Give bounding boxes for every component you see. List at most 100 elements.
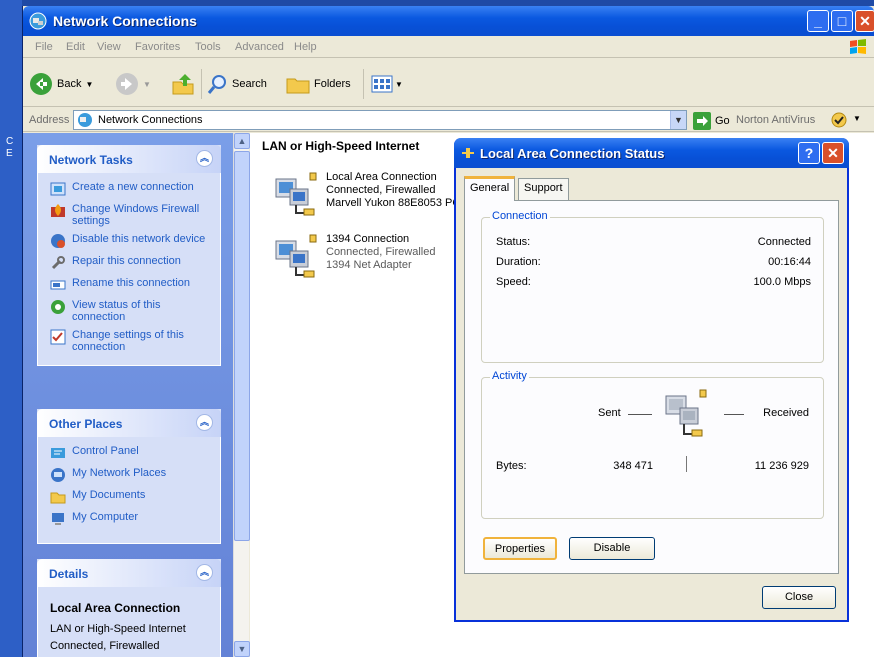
menu-advanced[interactable]: Advanced <box>235 41 284 53</box>
connection-status: Connected, Firewalled <box>326 184 436 196</box>
control-panel-icon <box>51 448 65 458</box>
scroll-thumb[interactable] <box>234 151 250 541</box>
back-arrow-icon <box>30 73 52 95</box>
window-titlebar[interactable]: Network Connections _ □ ✕ <box>23 6 874 36</box>
place-my-computer[interactable]: My Computer <box>50 511 214 527</box>
norton-icon[interactable] <box>831 112 847 128</box>
details-group: Details ︽ Local Area Connection LAN or H… <box>37 559 221 657</box>
connection-legend: Connection <box>490 210 550 222</box>
scroll-down-button[interactable]: ▼ <box>234 641 250 657</box>
network-connections-icon <box>29 12 47 30</box>
minimize-button[interactable]: _ <box>807 10 829 32</box>
views-dropdown-icon[interactable]: ▼ <box>395 80 403 89</box>
firewall-icon <box>51 204 65 217</box>
lan-connection-icon <box>270 171 322 223</box>
task-change-firewall[interactable]: Change Windows Firewall settings <box>50 203 214 227</box>
disable-button[interactable]: Disable <box>569 537 655 560</box>
details-name: Local Area Connection <box>50 601 181 615</box>
scroll-up-button[interactable]: ▲ <box>234 133 250 149</box>
go-button[interactable]: Go <box>693 112 730 130</box>
task-change-settings[interactable]: Change settings of this connection <box>50 329 214 353</box>
status-value: Connected <box>757 236 811 248</box>
menu-tools[interactable]: Tools <box>195 41 221 53</box>
back-button[interactable]: Back ▼ <box>29 71 93 97</box>
network-tasks-title: Network Tasks <box>49 153 133 167</box>
search-label: Search <box>232 78 267 90</box>
bytes-received-value: 11 236 929 <box>754 460 809 472</box>
disable-device-icon <box>51 234 65 248</box>
task-pane-scrollbar[interactable]: ▲ ▼ <box>233 133 250 657</box>
collapse-chevron-icon[interactable]: ︽ <box>196 150 213 167</box>
view-status-icon <box>51 300 65 314</box>
task-rename-connection[interactable]: Rename this connection <box>50 277 214 293</box>
menu-bar: File Edit View Favorites Tools Advanced … <box>23 36 874 58</box>
task-view-status[interactable]: View status of this connection <box>50 299 214 323</box>
window-title: Network Connections <box>53 13 197 29</box>
views-button[interactable]: ▼ <box>371 71 403 97</box>
address-dropdown-button[interactable]: ▼ <box>670 111 686 129</box>
connection-device: 1394 Net Adapter <box>326 259 412 271</box>
network-tasks-header[interactable]: Network Tasks ︽ <box>37 145 221 173</box>
speed-label: Speed: <box>496 276 531 288</box>
search-button[interactable]: Search <box>207 71 267 97</box>
sent-line <box>628 414 652 415</box>
task-create-connection[interactable]: Create a new connection <box>50 181 214 197</box>
dialog-title: Local Area Connection Status <box>480 146 665 161</box>
windows-flag-icon <box>850 39 866 54</box>
folders-label: Folders <box>314 78 351 90</box>
up-folder-button[interactable] <box>171 71 195 97</box>
norton-antivirus-label[interactable]: Norton AntiVirus <box>736 114 815 126</box>
details-title: Details <box>49 567 89 581</box>
details-header[interactable]: Details ︽ <box>37 559 221 587</box>
network-connections-small-icon <box>78 113 92 127</box>
close-window-button[interactable]: ✕ <box>855 10 874 32</box>
dialog-close-x-button[interactable]: ✕ <box>822 142 844 164</box>
forward-button[interactable]: ▼ <box>115 71 151 97</box>
tab-support[interactable]: Support <box>518 178 569 200</box>
collapse-chevron-icon[interactable]: ︽ <box>196 564 213 581</box>
menu-edit[interactable]: Edit <box>66 41 85 53</box>
connection-item[interactable]: Local Area Connection Connected, Firewal… <box>270 171 460 223</box>
connection-device: Marvell Yukon 88E8053 PC <box>326 197 461 209</box>
place-my-network-places[interactable]: My Network Places <box>50 467 214 483</box>
my-documents-icon <box>50 492 66 504</box>
back-dropdown-icon[interactable]: ▼ <box>85 80 93 89</box>
properties-button[interactable]: Properties <box>483 537 557 560</box>
task-disable-device[interactable]: Disable this network device <box>50 233 214 249</box>
other-places-header[interactable]: Other Places ︽ <box>37 409 221 437</box>
help-button[interactable]: ? <box>798 142 820 164</box>
bytes-sent-value: 348 471 <box>613 460 653 472</box>
speed-value: 100.0 Mbps <box>753 276 811 288</box>
collapse-chevron-icon[interactable]: ︽ <box>196 414 213 431</box>
go-label: Go <box>715 115 730 127</box>
norton-dropdown-icon[interactable]: ▼ <box>853 114 861 123</box>
connection-name: Local Area Connection <box>326 171 437 183</box>
task-repair-connection[interactable]: Repair this connection <box>50 255 214 271</box>
address-input[interactable]: Network Connections ▼ <box>73 110 687 130</box>
duration-value: 00:16:44 <box>768 256 811 268</box>
menu-view[interactable]: View <box>97 41 121 53</box>
views-icon <box>371 75 393 93</box>
forward-dropdown-icon[interactable]: ▼ <box>143 80 151 89</box>
folders-button[interactable]: Folders <box>285 71 351 97</box>
maximize-button[interactable]: □ <box>831 10 853 32</box>
tab-general[interactable]: General <box>464 176 516 201</box>
status-label: Status: <box>496 236 531 248</box>
other-places-group: Other Places ︽ Control Panel My Network … <box>37 409 221 544</box>
close-button[interactable]: Close <box>762 586 836 609</box>
new-connection-icon <box>50 182 66 196</box>
connection-item[interactable]: 1394 Connection Connected, Firewalled 13… <box>270 233 435 285</box>
menu-help[interactable]: Help <box>294 41 317 53</box>
general-tab-panel: Connection Status: Connected Duration: 0… <box>464 200 839 574</box>
menu-favorites[interactable]: Favorites <box>135 41 180 53</box>
place-control-panel[interactable]: Control Panel <box>50 445 214 461</box>
connection-status: Connected, Firewalled <box>326 246 436 258</box>
up-folder-icon <box>172 74 194 95</box>
address-value: Network Connections <box>98 114 203 126</box>
place-my-documents[interactable]: My Documents <box>50 489 214 505</box>
sent-label: Sent <box>598 407 621 419</box>
dialog-titlebar[interactable]: Local Area Connection Status ? ✕ <box>454 138 849 168</box>
menu-file[interactable]: File <box>35 41 53 53</box>
received-label: Received <box>763 407 809 419</box>
network-tasks-group: Network Tasks ︽ Create a new connection … <box>37 145 221 366</box>
